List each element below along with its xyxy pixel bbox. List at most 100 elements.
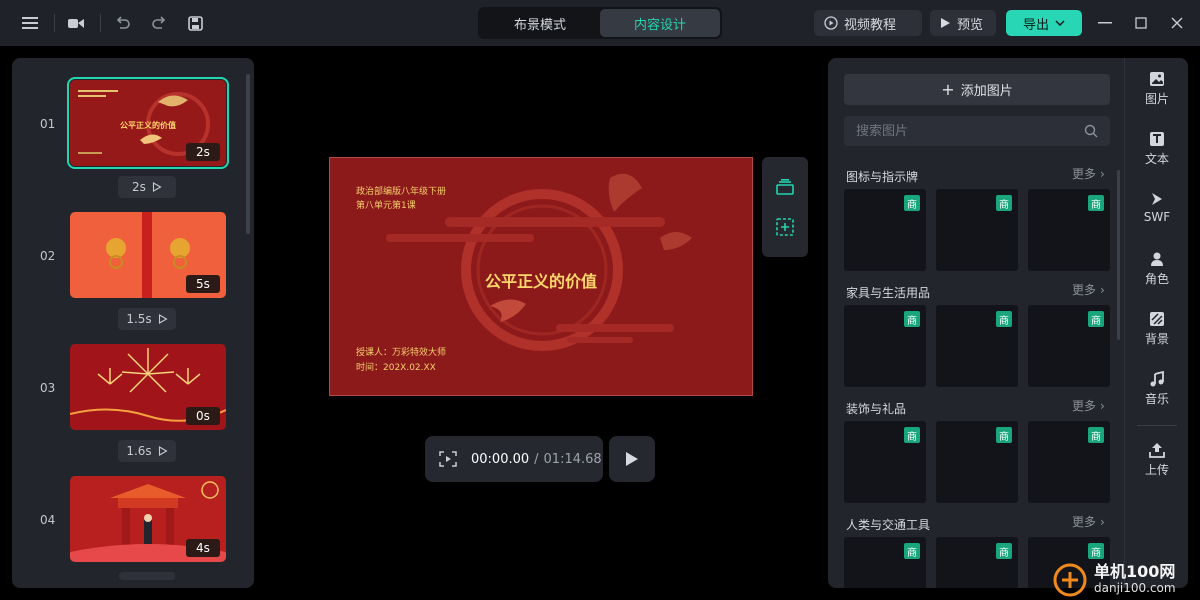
watermark-text: 单机100网 danji100.com bbox=[1094, 564, 1176, 596]
commercial-badge: 商 bbox=[1088, 543, 1104, 559]
top-bar: 布景模式 内容设计 视频教程 预览 导出 bbox=[0, 0, 1200, 46]
slide-duration: 4s bbox=[186, 539, 220, 557]
rail-item-text[interactable]: 文本 bbox=[1125, 131, 1188, 167]
slide-thumbnail-3[interactable]: 0s bbox=[70, 344, 226, 430]
tab-layout-mode[interactable]: 布景模式 bbox=[480, 9, 600, 37]
more-link[interactable]: 更多 › bbox=[1072, 397, 1105, 414]
maximize-icon[interactable] bbox=[1130, 12, 1152, 34]
watermark-url: danji100.com bbox=[1094, 581, 1176, 595]
export-label: 导出 bbox=[1022, 17, 1049, 33]
asset-tile[interactable]: 商 bbox=[936, 305, 1018, 387]
transition-button[interactable]: 1.6s bbox=[118, 440, 176, 462]
asset-tile[interactable]: 商 bbox=[1028, 421, 1110, 503]
mode-switch: 布景模式 内容设计 bbox=[478, 7, 722, 39]
slide-thumbnail-4[interactable]: 4s bbox=[70, 476, 226, 562]
rail-item-music[interactable]: 音乐 bbox=[1125, 371, 1188, 407]
asset-tile[interactable]: 商 bbox=[844, 305, 926, 387]
transition-button[interactable]: 2s bbox=[118, 176, 176, 198]
slide-number: 02 bbox=[40, 249, 56, 263]
asset-tile[interactable]: 商 bbox=[844, 189, 926, 271]
asset-tile[interactable]: 商 bbox=[936, 189, 1018, 271]
play-icon bbox=[941, 18, 950, 28]
character-icon bbox=[1151, 252, 1163, 266]
menu-icon[interactable] bbox=[18, 11, 42, 35]
fit-screen-icon[interactable] bbox=[439, 451, 457, 467]
scrollbar[interactable] bbox=[246, 74, 250, 234]
search-icon[interactable] bbox=[1084, 124, 1098, 138]
rail-label: 角色 bbox=[1144, 272, 1169, 286]
canvas-title[interactable]: 公平正义的价值 bbox=[330, 268, 752, 292]
preview-button[interactable]: 预览 bbox=[930, 10, 996, 36]
rail-label: 背景 bbox=[1144, 332, 1169, 346]
commercial-badge: 商 bbox=[996, 195, 1012, 211]
commercial-badge: 商 bbox=[1088, 195, 1104, 211]
canvas-speaker[interactable]: 授课人：万彩特效大师 bbox=[356, 345, 446, 361]
select-area-icon[interactable] bbox=[773, 215, 797, 239]
time-display: 00:00.00 / 01:14.68 bbox=[471, 452, 602, 467]
current-time: 00:00.00 bbox=[471, 451, 530, 467]
more-label: 更多 bbox=[1072, 399, 1097, 413]
export-button[interactable]: 导出 bbox=[1006, 10, 1082, 36]
save-icon[interactable] bbox=[183, 11, 207, 35]
upload-icon bbox=[1149, 443, 1165, 458]
transition-button[interactable] bbox=[119, 572, 175, 580]
more-link[interactable]: 更多 › bbox=[1072, 513, 1105, 530]
tab-content-design[interactable]: 内容设计 bbox=[600, 9, 720, 37]
transition-duration: 2s bbox=[132, 180, 146, 194]
more-link[interactable]: 更多 › bbox=[1072, 165, 1105, 182]
site-watermark: 单机100网 danji100.com bbox=[1052, 560, 1200, 600]
canvas-side-toolbar bbox=[762, 157, 808, 257]
swf-icon bbox=[1152, 193, 1162, 205]
divider bbox=[54, 14, 55, 32]
video-tutorial-button[interactable]: 视频教程 bbox=[814, 10, 922, 36]
asset-type-rail: 图片 文本 SWF 角色 背景 音乐 上传 bbox=[1124, 58, 1188, 588]
rail-item-swf[interactable]: SWF bbox=[1125, 191, 1188, 224]
more-link[interactable]: 更多 › bbox=[1072, 281, 1105, 298]
canvas-time[interactable]: 时间：202X.02.XX bbox=[356, 360, 436, 376]
category-title: 家具与生活用品 bbox=[846, 286, 931, 300]
slide-thumbnail-2[interactable]: 5s bbox=[70, 212, 226, 298]
more-label: 更多 bbox=[1072, 283, 1097, 297]
slide-number: 03 bbox=[40, 381, 56, 395]
undo-icon[interactable] bbox=[111, 11, 135, 35]
commercial-badge: 商 bbox=[996, 311, 1012, 327]
minimize-icon[interactable] bbox=[1094, 12, 1116, 34]
commercial-badge: 商 bbox=[1088, 427, 1104, 443]
play-outline-icon bbox=[158, 314, 168, 324]
category-title: 人类与交通工具 bbox=[846, 518, 931, 532]
search-input[interactable] bbox=[856, 123, 1056, 139]
asset-tile[interactable]: 商 bbox=[844, 421, 926, 503]
redo-icon[interactable] bbox=[147, 11, 171, 35]
slide-thumbnail-1[interactable]: 公平正义的价值 2s bbox=[67, 77, 229, 169]
watermark-logo bbox=[1053, 563, 1087, 597]
commercial-badge: 商 bbox=[904, 543, 920, 559]
chevron-down-icon bbox=[1055, 20, 1065, 26]
watermark-name: 单机100网 bbox=[1094, 562, 1176, 581]
layers-icon[interactable] bbox=[773, 175, 797, 199]
record-icon[interactable] bbox=[64, 11, 88, 35]
asset-tile[interactable]: 商 bbox=[936, 537, 1018, 588]
asset-tile[interactable]: 商 bbox=[1028, 305, 1110, 387]
close-icon[interactable] bbox=[1166, 12, 1188, 34]
asset-tile[interactable]: 商 bbox=[936, 421, 1018, 503]
commercial-badge: 商 bbox=[996, 427, 1012, 443]
background-icon bbox=[1150, 312, 1164, 326]
asset-panel: + 添加图片 图标与指示牌 更多› 商 商 商 家具与生活用品 更多› 商 商 … bbox=[828, 58, 1188, 588]
scrollbar[interactable] bbox=[1117, 170, 1120, 340]
plus-icon: + bbox=[941, 79, 955, 99]
asset-tile[interactable]: 商 bbox=[844, 537, 926, 588]
rail-item-upload[interactable]: 上传 bbox=[1125, 442, 1188, 478]
play-button[interactable] bbox=[609, 436, 655, 482]
more-label: 更多 bbox=[1072, 515, 1097, 529]
transition-button[interactable]: 1.5s bbox=[118, 308, 176, 330]
slide-canvas[interactable]: 政治部编版八年级下册 第八单元第1课 公平正义的价值 授课人：万彩特效大师 时间… bbox=[329, 157, 753, 396]
canvas-subtitle-2[interactable]: 第八单元第1课 bbox=[356, 198, 416, 214]
total-time: 01:14.68 bbox=[543, 451, 602, 467]
add-image-button[interactable]: + 添加图片 bbox=[844, 74, 1110, 105]
rail-item-character[interactable]: 角色 bbox=[1125, 251, 1188, 287]
chevron-right-icon: › bbox=[1100, 514, 1105, 529]
rail-item-background[interactable]: 背景 bbox=[1125, 311, 1188, 347]
asset-tile[interactable]: 商 bbox=[1028, 189, 1110, 271]
commercial-badge: 商 bbox=[904, 311, 920, 327]
rail-item-image[interactable]: 图片 bbox=[1125, 71, 1188, 107]
